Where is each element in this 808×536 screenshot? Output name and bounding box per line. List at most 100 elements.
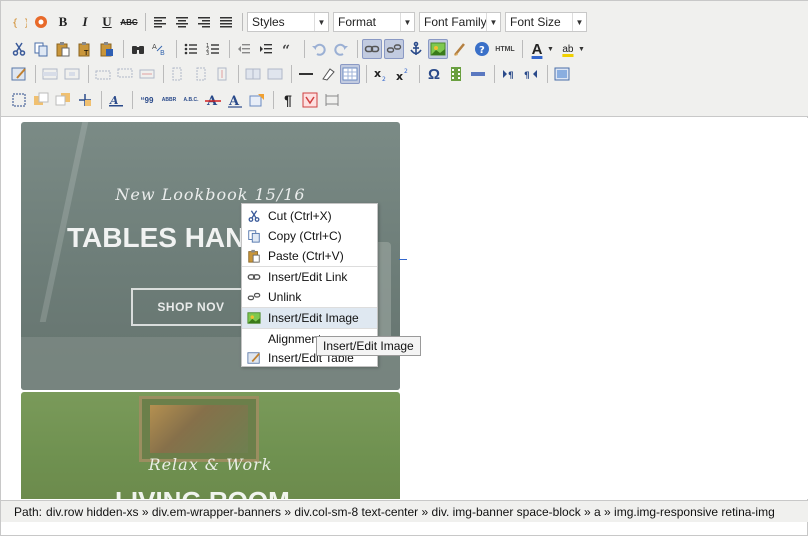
separator <box>101 91 102 109</box>
media-icon[interactable] <box>446 64 466 84</box>
code-braces-icon[interactable]: { } <box>9 12 29 32</box>
separator <box>132 91 133 109</box>
highlight-color-button[interactable]: ab <box>558 39 578 59</box>
remove-format-icon[interactable] <box>318 64 338 84</box>
row-props-icon[interactable] <box>40 64 60 84</box>
ltr-icon[interactable]: ¶ <box>499 64 519 84</box>
attribs-icon[interactable] <box>247 90 267 110</box>
merge-cells-icon[interactable] <box>265 64 285 84</box>
menu-item-insert-link[interactable]: Insert/Edit Link <box>242 267 377 287</box>
rtl-icon[interactable]: ¶ <box>521 64 541 84</box>
undo-icon[interactable] <box>309 39 329 59</box>
menu-item-unlink[interactable]: Unlink <box>242 287 377 307</box>
align-right-icon[interactable] <box>194 12 214 32</box>
menu-item-insert-image[interactable]: Insert/Edit Image <box>242 308 377 328</box>
subscript-icon[interactable]: x2 <box>371 64 391 84</box>
banner-subtitle: Relax & Work <box>148 455 273 474</box>
horizontal-rule-icon[interactable] <box>296 64 316 84</box>
scissors-icon[interactable] <box>9 39 29 59</box>
paste-text-icon[interactable]: T <box>75 39 95 59</box>
abbr-button[interactable]: ABBR <box>159 90 179 110</box>
svg-text:{ }: { } <box>12 18 27 29</box>
move-forward-icon[interactable] <box>31 90 51 110</box>
row-before-icon[interactable] <box>93 64 113 84</box>
menu-item-cut[interactable]: Cut (Ctrl+X) <box>242 206 377 226</box>
insert-layer-icon[interactable] <box>9 90 29 110</box>
banner-image-living-room[interactable]: Relax & Work LIVING ROOM <box>21 392 400 499</box>
image-icon[interactable] <box>428 39 448 59</box>
chevron-down-icon[interactable]: ▼ <box>578 46 585 53</box>
pilcrow-button[interactable]: ¶ <box>278 90 298 110</box>
tooltip: Insert/Edit Image <box>316 336 421 356</box>
edit-table-icon[interactable] <box>9 64 29 84</box>
svg-text:x: x <box>396 70 403 82</box>
del-icon[interactable]: A <box>203 90 223 110</box>
paste-icon <box>246 248 262 264</box>
help-icon[interactable]: ? <box>472 39 492 59</box>
font-size-dropdown[interactable]: Font Size ▼ <box>505 12 587 32</box>
numbered-list-icon[interactable]: 123 <box>203 39 223 59</box>
align-justify-icon[interactable] <box>216 12 236 32</box>
split-cells-icon[interactable] <box>243 64 263 84</box>
special-char-button[interactable]: Ω <box>424 64 444 84</box>
delete-col-icon[interactable] <box>212 64 232 84</box>
shop-now-button[interactable]: SHOP NOV <box>131 288 251 326</box>
absolute-icon[interactable] <box>75 90 95 110</box>
redo-icon[interactable] <box>331 39 351 59</box>
unlink-icon[interactable] <box>384 39 404 59</box>
menu-item-label: Copy (Ctrl+C) <box>268 229 342 243</box>
col-after-icon[interactable] <box>190 64 210 84</box>
strike-label: ABC <box>120 17 138 27</box>
cell-props-icon[interactable] <box>62 64 82 84</box>
anchor-icon[interactable] <box>406 39 426 59</box>
delete-row-icon[interactable] <box>137 64 157 84</box>
link-icon[interactable] <box>362 39 382 59</box>
bold-button[interactable]: B <box>53 12 73 32</box>
nonbreaking-icon[interactable] <box>322 90 342 110</box>
cite-icon[interactable]: “99 <box>137 90 157 110</box>
bullet-list-icon[interactable] <box>181 39 201 59</box>
ins-icon[interactable]: A <box>225 90 245 110</box>
menu-item-label: Cut (Ctrl+X) <box>268 209 332 223</box>
styleprops-icon[interactable]: A <box>106 90 126 110</box>
editor-content-area[interactable]: New Lookbook 15/16 TABLES HAN SHOP NOV R… <box>1 118 808 499</box>
font-family-dropdown[interactable]: Font Family ▼ <box>419 12 501 32</box>
blockquote-icon[interactable]: “ <box>278 39 298 59</box>
svg-text:?: ? <box>479 45 485 56</box>
replace-icon[interactable]: AB <box>150 39 170 59</box>
separator <box>494 65 495 83</box>
col-before-icon[interactable] <box>168 64 188 84</box>
superscript-icon[interactable]: x2 <box>393 64 413 84</box>
chevron-down-icon[interactable]: ▼ <box>547 46 554 53</box>
format-dropdown[interactable]: Format ▼ <box>333 12 415 32</box>
menu-item-copy[interactable]: Copy (Ctrl+C) <box>242 226 377 246</box>
indent-icon[interactable] <box>256 39 276 59</box>
strikethrough-button[interactable]: ABC <box>119 12 139 32</box>
row-after-icon[interactable] <box>115 64 135 84</box>
acronym-button[interactable]: A.B.C. <box>181 90 201 110</box>
widget-icon[interactable] <box>31 12 51 32</box>
element-path[interactable]: div.row hidden-xs » div.em-wrapper-banne… <box>46 505 775 519</box>
page-break-icon[interactable] <box>468 64 488 84</box>
move-backward-icon[interactable] <box>53 90 73 110</box>
paste-word-icon[interactable] <box>97 39 117 59</box>
outdent-icon[interactable] <box>234 39 254 59</box>
find-icon[interactable] <box>128 39 148 59</box>
cleanup-icon[interactable] <box>450 39 470 59</box>
menu-item-paste[interactable]: Paste (Ctrl+V) <box>242 246 377 266</box>
chevron-down-icon: ▼ <box>486 13 500 31</box>
paste-icon[interactable] <box>53 39 73 59</box>
italic-button[interactable]: I <box>75 12 95 32</box>
styles-dropdown[interactable]: Styles ▼ <box>247 12 329 32</box>
align-left-icon[interactable] <box>150 12 170 32</box>
template-icon[interactable] <box>300 90 320 110</box>
underline-button[interactable]: U <box>97 12 117 32</box>
copy-icon[interactable] <box>31 39 51 59</box>
separator <box>88 65 89 83</box>
fullscreen-icon[interactable] <box>552 64 572 84</box>
visual-aid-icon[interactable] <box>340 64 360 84</box>
link-icon <box>246 269 262 285</box>
html-source-button[interactable]: HTML <box>494 39 516 59</box>
align-center-icon[interactable] <box>172 12 192 32</box>
text-color-button[interactable]: A <box>527 39 547 59</box>
